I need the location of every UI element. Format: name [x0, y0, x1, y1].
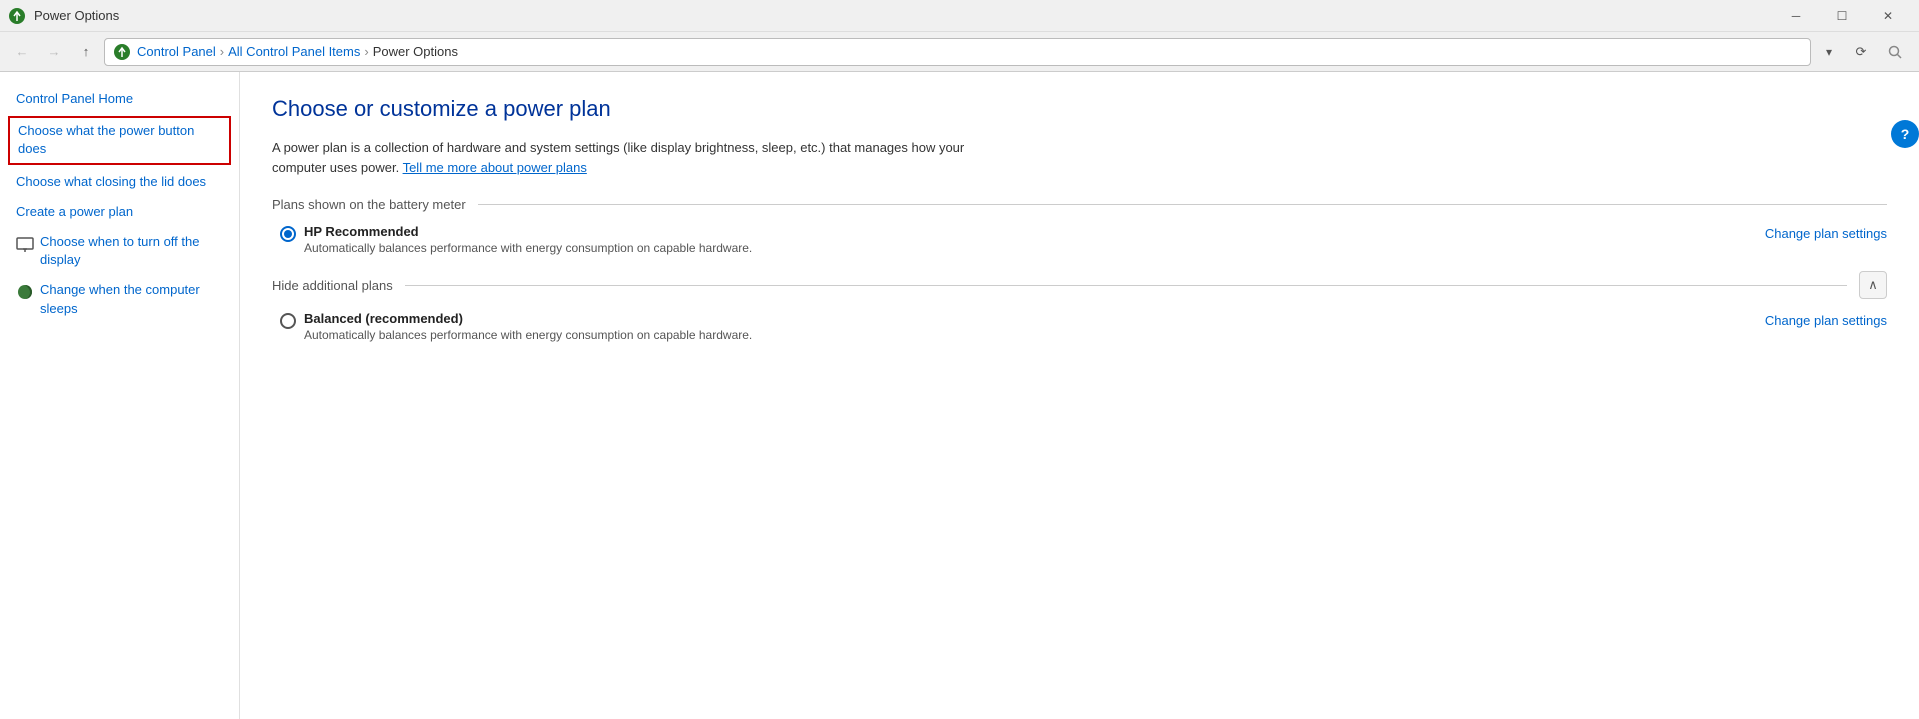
battery-section-header: Plans shown on the battery meter: [272, 197, 1887, 212]
window-body: Control Panel Home Choose what the power…: [0, 72, 1919, 719]
plan-row-balanced: Balanced (recommended) Automatically bal…: [272, 311, 1887, 342]
sidebar-item-turn-off-display[interactable]: Choose when to turn off the display: [0, 227, 239, 275]
sidebar: Control Panel Home Choose what the power…: [0, 72, 240, 719]
description: A power plan is a collection of hardware…: [272, 138, 992, 177]
sidebar-item-create-plan[interactable]: Create a power plan: [0, 197, 239, 227]
up-button[interactable]: ↑: [72, 38, 100, 66]
plan-balanced-desc: Automatically balances performance with …: [304, 328, 1765, 342]
title-bar: Power Options ─ ☐ ✕: [0, 0, 1919, 32]
radio-hp-recommended[interactable]: [280, 226, 296, 242]
hide-plans-section: Hide additional plans ∧ Balanced (recomm…: [272, 271, 1887, 342]
refresh-button[interactable]: ⟳: [1847, 38, 1875, 66]
minimize-button[interactable]: ─: [1773, 0, 1819, 32]
back-button[interactable]: ←: [8, 38, 36, 66]
search-icon-area: [1879, 38, 1911, 66]
plan-balanced-info: Balanced (recommended) Automatically bal…: [304, 311, 1765, 342]
main-content: Choose or customize a power plan A power…: [240, 72, 1919, 719]
address-dropdown-button[interactable]: ▾: [1815, 38, 1843, 66]
hide-plans-line: [405, 285, 1847, 286]
breadcrumb-power-options: Power Options: [373, 44, 458, 59]
plan-hp-desc: Automatically balances performance with …: [304, 241, 1765, 255]
window-title: Power Options: [34, 8, 1773, 23]
sidebar-item-closing-lid[interactable]: Choose what closing the lid does: [0, 167, 239, 197]
change-plan-hp-link[interactable]: Change plan settings: [1765, 224, 1887, 241]
plan-balanced-name: Balanced (recommended): [304, 311, 1765, 326]
window-controls: ─ ☐ ✕: [1773, 0, 1911, 32]
close-button[interactable]: ✕: [1865, 0, 1911, 32]
forward-button[interactable]: →: [40, 38, 68, 66]
address-right-controls: ▾ ⟳: [1815, 38, 1911, 66]
sidebar-item-power-button[interactable]: Choose what the power button does: [8, 116, 231, 164]
address-field[interactable]: Control Panel › All Control Panel Items …: [104, 38, 1811, 66]
maximize-button[interactable]: ☐: [1819, 0, 1865, 32]
collapse-plans-button[interactable]: ∧: [1859, 271, 1887, 299]
battery-section-label: Plans shown on the battery meter: [272, 197, 466, 212]
hide-plans-header: Hide additional plans ∧: [272, 271, 1887, 299]
tell-me-link[interactable]: Tell me more about power plans: [403, 160, 587, 175]
radio-balanced[interactable]: [280, 313, 296, 329]
battery-section-line: [478, 204, 1887, 205]
plan-row-hp: HP Recommended Automatically balances pe…: [272, 224, 1887, 255]
sidebar-item-computer-sleeps[interactable]: Change when the computer sleeps: [0, 275, 239, 323]
change-plan-balanced-link[interactable]: Change plan settings: [1765, 311, 1887, 328]
breadcrumb-all-items[interactable]: All Control Panel Items: [228, 44, 360, 59]
plan-hp-info: HP Recommended Automatically balances pe…: [304, 224, 1765, 255]
breadcrumb-control-panel[interactable]: Control Panel: [137, 44, 216, 59]
address-bar: ← → ↑ Control Panel › All Control Panel …: [0, 32, 1919, 72]
app-icon: [8, 7, 26, 25]
hide-plans-label: Hide additional plans: [272, 278, 393, 293]
page-title: Choose or customize a power plan: [272, 96, 1887, 122]
plan-hp-name: HP Recommended: [304, 224, 1765, 239]
sidebar-item-home[interactable]: Control Panel Home: [0, 84, 239, 114]
help-button[interactable]: ?: [1891, 120, 1919, 148]
